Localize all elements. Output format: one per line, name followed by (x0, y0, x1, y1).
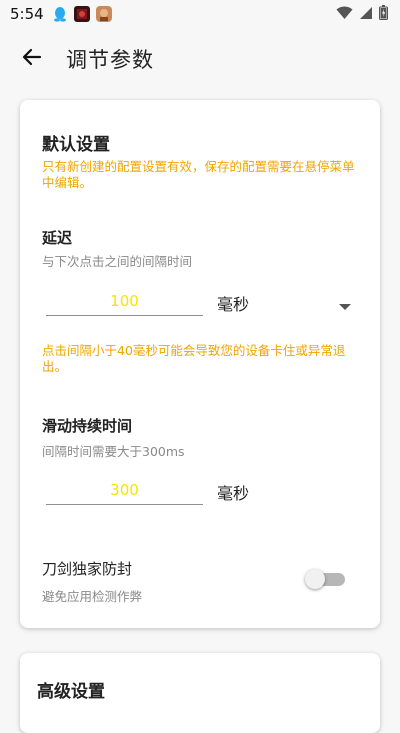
dropdown-arrow-icon[interactable] (338, 297, 352, 310)
avatar-app-icon (95, 6, 112, 22)
delay-unit-select[interactable]: 毫秒 (217, 291, 249, 315)
qq-penguin-icon (52, 6, 68, 22)
swipe-duration-hint: 间隔时间需要大于300ms (42, 444, 185, 459)
advanced-settings-card[interactable]: 高级设置 (20, 653, 380, 733)
arrow-left-icon (22, 47, 42, 71)
swipe-duration-input[interactable] (46, 475, 203, 505)
page-title: 调节参数 (66, 48, 154, 72)
app-bar: 调节参数 (0, 28, 400, 90)
delay-label: 延迟 (42, 229, 73, 247)
status-bar: 5:54 (0, 0, 400, 28)
status-indicators (336, 5, 388, 24)
delay-warning: 点击间隔小于40毫秒可能会导致您的设备卡住或异常退出。 (42, 343, 346, 374)
anti-ban-toggle[interactable] (305, 568, 345, 590)
delay-hint: 与下次点击之间的间隔时间 (42, 254, 193, 269)
anti-ban-label: 刀剑独家防封 (42, 560, 133, 578)
anti-ban-hint: 避免应用检测作弊 (42, 589, 143, 604)
toggle-thumb (305, 569, 325, 589)
delay-input[interactable] (46, 286, 203, 316)
default-settings-warning: 只有新创建的配置设置有效，保存的配置需要在悬停菜单中编辑。 (42, 159, 355, 190)
status-time: 5:54 (10, 5, 44, 23)
wifi-icon (336, 5, 353, 24)
swipe-duration-label: 滑动持续时间 (42, 417, 133, 435)
back-button[interactable] (12, 39, 52, 79)
default-settings-card: 默认设置 只有新创建的配置设置有效，保存的配置需要在悬停菜单中编辑。 延迟 与下… (20, 100, 380, 628)
battery-icon (379, 5, 388, 24)
swipe-duration-unit: 毫秒 (217, 484, 250, 503)
game-app-icon (73, 6, 90, 22)
default-settings-title: 默认设置 (42, 135, 110, 155)
cellular-signal-icon (359, 6, 373, 24)
advanced-settings-title: 高级设置 (37, 682, 105, 702)
